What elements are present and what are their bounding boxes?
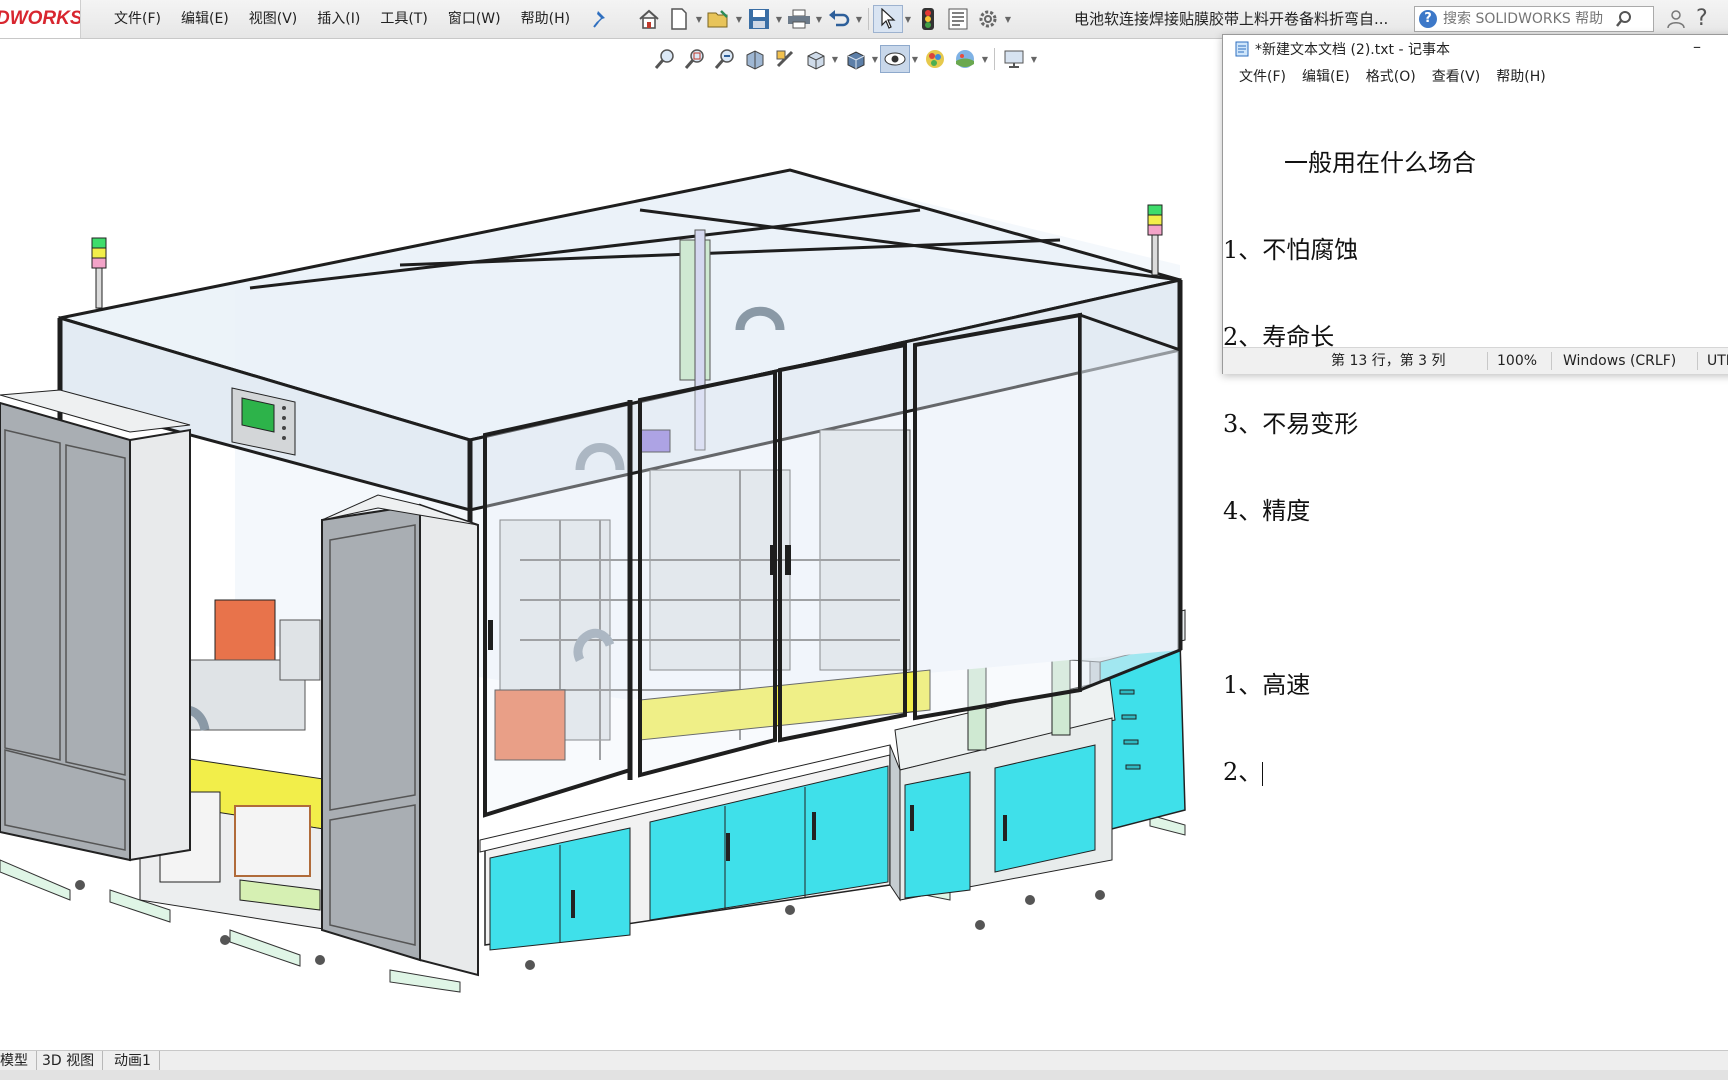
undo-icon[interactable]: [824, 5, 854, 33]
chevron-down-icon[interactable]: ▼: [854, 5, 864, 33]
notepad-window[interactable]: *新建文本文档 (2).txt - 记事本 – 文件(F) 编辑(E) 格式(O…: [1222, 34, 1728, 786]
line-ending: Windows (CRLF): [1563, 353, 1677, 369]
menu-edit[interactable]: 编辑(E): [171, 0, 239, 38]
minimize-button[interactable]: –: [1693, 37, 1701, 56]
status-divider: [1697, 352, 1698, 370]
menu-tools[interactable]: 工具(T): [370, 0, 437, 38]
toolbar-divider: [868, 8, 869, 30]
chevron-down-icon[interactable]: ▼: [734, 5, 744, 33]
tab-3d-view[interactable]: 3D 视图: [34, 1051, 104, 1071]
chevron-down-icon[interactable]: ▼: [903, 5, 913, 33]
help-button[interactable]: ?: [1696, 4, 1708, 34]
model-tabs-bar: 模型 3D 视图 动画1: [0, 1050, 1728, 1071]
text-line: 1、高速: [1223, 671, 1311, 699]
status-divider: [1551, 352, 1552, 370]
chevron-down-icon[interactable]: ▼: [694, 5, 704, 33]
chevron-down-icon[interactable]: ▼: [814, 5, 824, 33]
notepad-menu-format[interactable]: 格式(O): [1358, 66, 1424, 86]
document-title: 电池软连接焊接贴膜胶带上料开卷备料折弯自...: [1074, 10, 1389, 28]
save-icon[interactable]: [744, 5, 774, 33]
notepad-menu-file[interactable]: 文件(F): [1231, 66, 1294, 86]
notepad-menu-view[interactable]: 查看(V): [1424, 66, 1489, 86]
help-question-icon: ?: [1419, 10, 1437, 28]
search-input[interactable]: [1441, 10, 1615, 28]
select-icon[interactable]: [873, 5, 903, 33]
tab-motion-study[interactable]: 动画1: [106, 1051, 160, 1071]
status-bar: [0, 1070, 1728, 1080]
cursor-position: 第 13 行，第 3 列: [1331, 353, 1446, 369]
options-icon[interactable]: [973, 5, 1003, 33]
text-line: [1223, 584, 1703, 613]
print-icon[interactable]: [784, 5, 814, 33]
open-icon[interactable]: [704, 5, 734, 33]
notepad-menu-help[interactable]: 帮助(H): [1488, 66, 1553, 86]
chevron-down-icon[interactable]: ▼: [774, 5, 784, 33]
status-divider: [1487, 352, 1488, 370]
home-icon[interactable]: [634, 5, 664, 33]
rebuild-icon[interactable]: [913, 5, 943, 33]
notepad-menu-bar: 文件(F) 编辑(E) 格式(O) 查看(V) 帮助(H): [1223, 63, 1728, 89]
file-properties-icon[interactable]: [943, 5, 973, 33]
notepad-title: *新建文本文档 (2).txt - 记事本: [1255, 42, 1450, 58]
text-line: 4、精度: [1223, 497, 1311, 525]
solidworks-menu-bar: 文件(F) 编辑(E) 视图(V) 插入(I) 工具(T) 窗口(W) 帮助(H…: [104, 0, 580, 38]
pin-icon[interactable]: [592, 9, 610, 29]
menu-file[interactable]: 文件(F): [104, 0, 171, 38]
encoding: UTF: [1707, 353, 1728, 369]
new-document-icon[interactable]: [664, 5, 694, 33]
text-cursor: [1262, 761, 1264, 786]
menu-insert[interactable]: 插入(I): [307, 0, 370, 38]
solidworks-logo[interactable]: DWORKS: [0, 0, 81, 38]
help-search-box[interactable]: ?: [1414, 6, 1654, 32]
notepad-menu-edit[interactable]: 编辑(E): [1294, 66, 1358, 86]
text-line: 2、: [1223, 758, 1263, 786]
user-icon[interactable]: [1666, 9, 1686, 29]
menu-window[interactable]: 窗口(W): [438, 0, 511, 38]
search-icon[interactable]: [1615, 10, 1633, 28]
machine-3d-model: [0, 168, 1186, 993]
notepad-title-bar[interactable]: *新建文本文档 (2).txt - 记事本: [1223, 35, 1728, 63]
text-line: 1、不怕腐蚀: [1223, 236, 1359, 264]
chevron-down-icon[interactable]: ▼: [1003, 5, 1013, 33]
notepad-status-bar: 第 13 行，第 3 列 100% Windows (CRLF) UTF: [1223, 347, 1728, 374]
menu-view[interactable]: 视图(V): [239, 0, 308, 38]
text-line-current: 2、: [1223, 758, 1703, 787]
zoom-level: 100%: [1497, 353, 1538, 369]
notepad-text-area[interactable]: 一般用在什么场合 1、不怕腐蚀 2、寿命长 3、不易变形 4、精度 1、高速 2…: [1223, 91, 1703, 786]
standard-toolbar: ▼ ▼ ▼ ▼ ▼ ▼ ▼: [634, 5, 1013, 33]
notepad-icon: [1235, 41, 1249, 57]
text-line: 3、不易变形: [1223, 410, 1359, 438]
text-line: 一般用在什么场合: [1223, 149, 1477, 177]
menu-help[interactable]: 帮助(H): [511, 0, 580, 38]
tab-model[interactable]: 模型: [0, 1051, 37, 1071]
